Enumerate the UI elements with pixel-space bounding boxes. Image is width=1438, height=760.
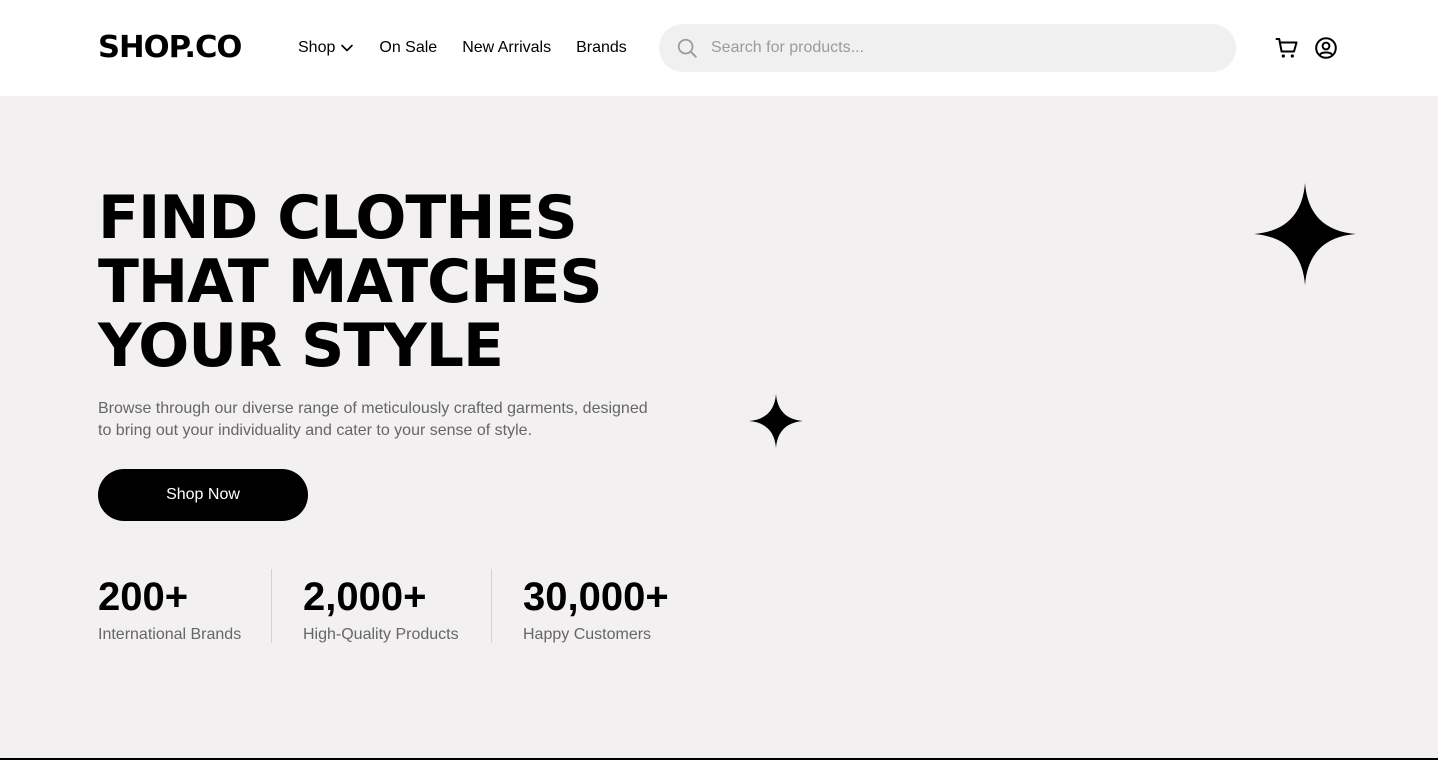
search-icon[interactable] [675,36,699,60]
shop-now-button[interactable]: Shop Now [98,469,308,521]
hero-title: FIND CLOTHES THAT MATCHES YOUR STYLE [98,186,718,378]
stat-divider [491,569,492,643]
stat-label: Happy Customers [523,626,652,643]
stats-row: 200+ International Brands 2,000+ High-Qu… [98,569,669,643]
nav-item-brands-label: Brands [576,39,627,56]
sparkle-icon [749,394,803,448]
hero-title-line: FIND CLOTHES [98,183,578,253]
stat-divider [271,569,272,643]
cart-icon[interactable] [1275,36,1299,60]
stat-item: 30,000+ Happy Customers [523,569,669,643]
chevron-down-icon [341,44,354,52]
nav-item-on-sale[interactable]: On Sale [379,39,437,57]
main-nav: Shop On Sale New Arrivals Brands [298,36,652,60]
sparkle-icon [1254,183,1356,285]
stat-value: 30,000+ [523,575,669,619]
search-bar[interactable] [659,24,1236,72]
hero-title-line: YOUR STYLE [98,311,504,381]
hero-subtitle: Browse through our diverse range of meti… [98,400,648,439]
nav-item-new-arrivals-label: New Arrivals [462,39,552,56]
account-icon[interactable] [1314,36,1338,60]
nav-item-brands[interactable]: Brands [576,39,627,57]
stat-item: 200+ International Brands [98,569,271,643]
site-header: SHOP.CO Shop On Sale New Arrivals Brands [0,0,1438,96]
search-input[interactable] [711,36,1191,60]
nav-item-shop-label: Shop [298,39,336,56]
stat-value: 2,000+ [303,575,427,619]
brand-logo[interactable]: SHOP.CO [98,29,242,67]
stat-item: 2,000+ High-Quality Products [303,569,491,643]
stat-value: 200+ [98,575,189,619]
stat-label: High-Quality Products [303,626,459,643]
hero-title-line: THAT MATCHES [98,247,603,317]
nav-item-on-sale-label: On Sale [379,39,438,56]
nav-item-shop[interactable]: Shop [298,39,354,57]
stat-label: International Brands [98,626,242,643]
nav-item-new-arrivals[interactable]: New Arrivals [462,39,551,57]
